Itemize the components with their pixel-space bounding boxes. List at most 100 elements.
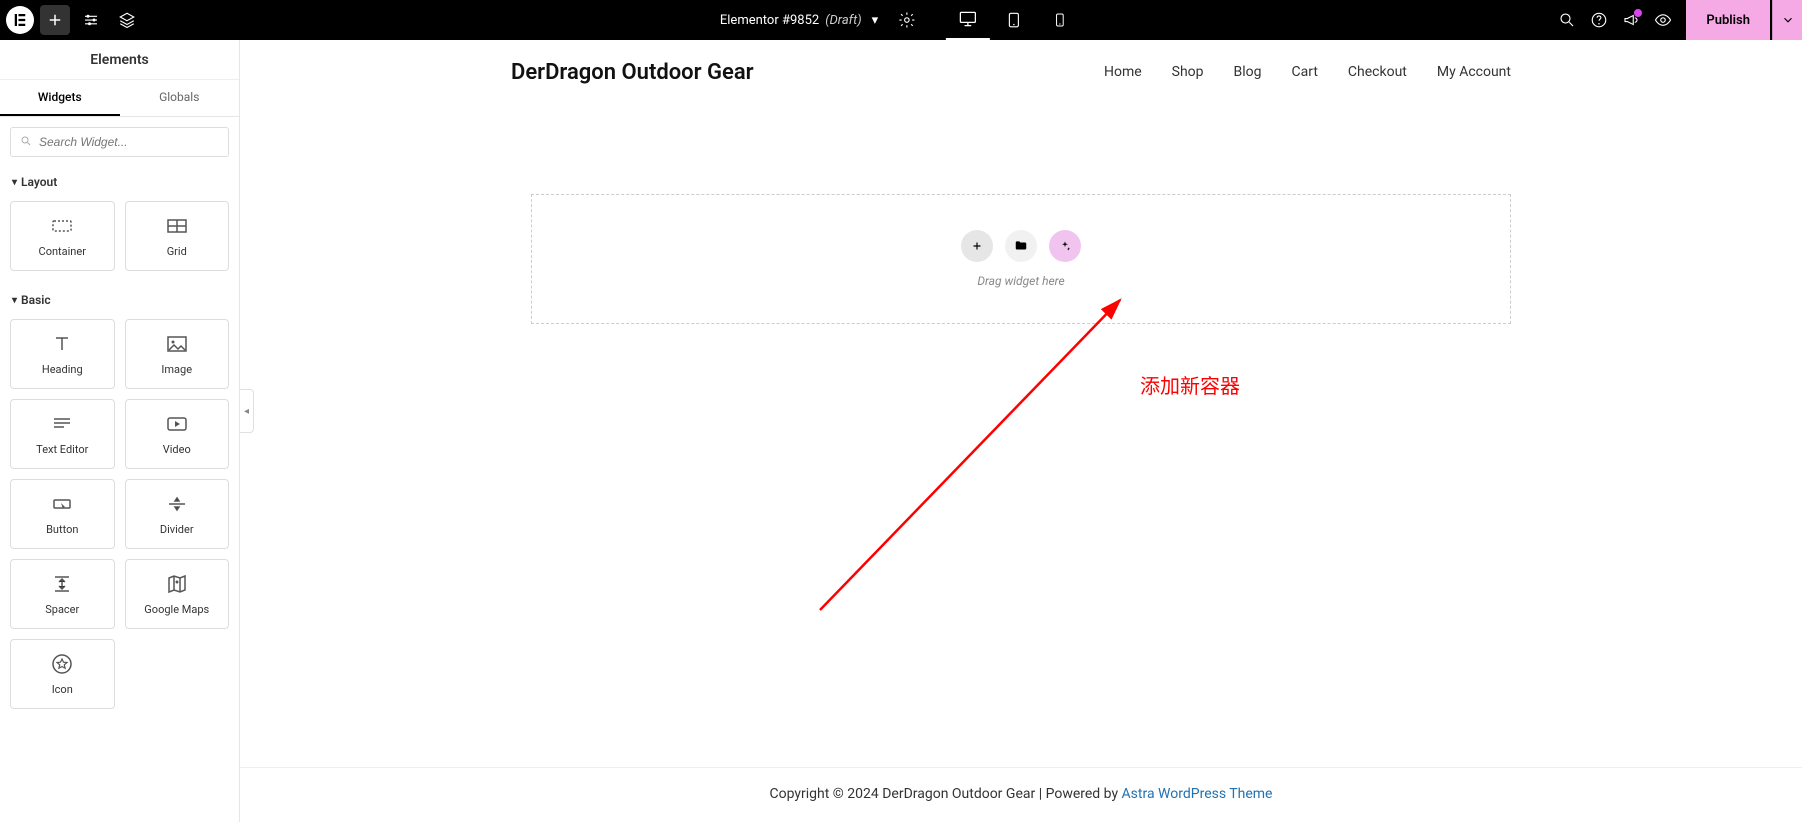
nav-home[interactable]: Home <box>1104 64 1142 80</box>
nav-checkout[interactable]: Checkout <box>1348 64 1407 80</box>
nav-blog[interactable]: Blog <box>1234 64 1262 80</box>
widget-container[interactable]: Container <box>10 201 115 271</box>
button-icon <box>50 493 74 515</box>
site-settings-button[interactable] <box>76 5 106 35</box>
document-status: (Draft) <box>825 13 861 28</box>
topbar-right: Publish <box>1552 0 1802 40</box>
widget-text-editor[interactable]: Text Editor <box>10 399 115 469</box>
map-icon <box>165 573 189 595</box>
grid-icon <box>165 215 189 237</box>
topbar-left <box>0 5 148 35</box>
image-icon <box>165 333 189 355</box>
topbar-center: Elementor #9852 (Draft) ▾ <box>720 0 1082 40</box>
widget-label: Heading <box>42 363 83 376</box>
preview-button[interactable] <box>1648 5 1678 35</box>
widget-divider[interactable]: Divider <box>125 479 230 549</box>
add-template-button[interactable] <box>1005 230 1037 262</box>
site-footer: Copyright © 2024 DerDragon Outdoor Gear … <box>240 767 1802 802</box>
finder-button[interactable] <box>1552 5 1582 35</box>
sparkle-icon <box>1058 239 1072 253</box>
eye-icon <box>1654 11 1672 29</box>
nav-shop[interactable]: Shop <box>1172 64 1204 80</box>
widget-spacer[interactable]: Spacer <box>10 559 115 629</box>
plus-icon <box>970 239 984 253</box>
widget-label: Container <box>39 245 86 258</box>
widget-label: Google Maps <box>144 603 209 616</box>
widget-label: Video <box>163 443 191 456</box>
section-layout-label: Layout <box>21 175 57 189</box>
widget-image[interactable]: Image <box>125 319 230 389</box>
device-tablet[interactable] <box>992 0 1036 40</box>
widget-label: Image <box>161 363 192 376</box>
main-area: Elements Widgets Globals ▾ Layout Contai… <box>0 40 1802 822</box>
editor-canvas: DerDragon Outdoor Gear Home Shop Blog Ca… <box>240 40 1802 822</box>
widget-google-maps[interactable]: Google Maps <box>125 559 230 629</box>
elementor-logo[interactable] <box>6 6 34 34</box>
search-icon <box>1558 11 1576 29</box>
widget-video[interactable]: Video <box>125 399 230 469</box>
layout-grid: Container Grid <box>0 197 239 285</box>
widget-button[interactable]: Button <box>10 479 115 549</box>
text-editor-icon <box>50 413 74 435</box>
mobile-icon <box>1052 12 1068 28</box>
help-button[interactable] <box>1584 5 1614 35</box>
ai-button[interactable] <box>1049 230 1081 262</box>
container-icon <box>50 215 74 237</box>
responsive-devices <box>946 0 1082 40</box>
section-basic-label: Basic <box>21 293 51 307</box>
nav-account[interactable]: My Account <box>1437 64 1511 80</box>
site-header: DerDragon Outdoor Gear Home Shop Blog Ca… <box>471 40 1571 104</box>
widget-icon[interactable]: Icon <box>10 639 115 709</box>
heading-icon <box>50 333 74 355</box>
layers-icon <box>118 11 136 29</box>
add-container-button[interactable] <box>961 230 993 262</box>
section-layout[interactable]: ▾ Layout <box>0 167 239 197</box>
section-basic[interactable]: ▾ Basic <box>0 285 239 315</box>
widget-heading[interactable]: Heading <box>10 319 115 389</box>
video-icon <box>165 413 189 435</box>
search-input[interactable] <box>10 127 229 157</box>
basic-grid: Heading Image Text Editor Video Button D… <box>0 315 239 723</box>
widget-label: Button <box>46 523 78 536</box>
folder-icon <box>1014 239 1028 253</box>
annotation-text: 添加新容器 <box>1140 370 1240 399</box>
chevron-down-icon: ▾ <box>872 13 879 28</box>
drop-zone[interactable]: Drag widget here <box>531 194 1511 324</box>
page-settings-button[interactable] <box>892 5 922 35</box>
plus-icon <box>46 11 64 29</box>
footer-theme-link[interactable]: Astra WordPress Theme <box>1122 786 1273 802</box>
search-wrap <box>0 117 239 167</box>
device-desktop[interactable] <box>946 0 990 40</box>
notifications-button[interactable] <box>1616 5 1646 35</box>
tab-globals[interactable]: Globals <box>120 80 240 116</box>
dropzone-buttons <box>961 230 1081 262</box>
site-title[interactable]: DerDragon Outdoor Gear <box>511 60 754 85</box>
notification-dot <box>1634 9 1642 17</box>
tablet-icon <box>1005 11 1023 29</box>
dropzone-hint: Drag widget here <box>977 274 1064 288</box>
footer-copyright: Copyright © 2024 DerDragon Outdoor Gear … <box>770 786 1122 802</box>
document-title[interactable]: Elementor #9852 (Draft) ▾ <box>720 13 878 28</box>
publish-dropdown[interactable] <box>1772 0 1802 40</box>
topbar: Elementor #9852 (Draft) ▾ <box>0 0 1802 40</box>
widget-grid[interactable]: Grid <box>125 201 230 271</box>
chevron-down-icon: ▾ <box>12 295 17 306</box>
panel-tabs: Widgets Globals <box>0 80 239 117</box>
document-name: Elementor #9852 <box>720 13 819 28</box>
widget-label: Grid <box>167 245 187 258</box>
divider-icon <box>165 493 189 515</box>
structure-button[interactable] <box>112 5 142 35</box>
elements-panel: Elements Widgets Globals ▾ Layout Contai… <box>0 40 240 822</box>
desktop-icon <box>958 9 978 29</box>
publish-button[interactable]: Publish <box>1686 0 1770 40</box>
publish-label: Publish <box>1706 13 1750 28</box>
spacer-icon <box>50 573 74 595</box>
widget-label: Spacer <box>45 603 79 616</box>
add-element-button[interactable] <box>40 5 70 35</box>
device-mobile[interactable] <box>1038 0 1082 40</box>
elementor-icon <box>11 11 29 29</box>
tab-widgets[interactable]: Widgets <box>0 80 120 116</box>
sliders-icon <box>82 11 100 29</box>
nav-cart[interactable]: Cart <box>1292 64 1318 80</box>
widget-label: Icon <box>52 683 73 696</box>
